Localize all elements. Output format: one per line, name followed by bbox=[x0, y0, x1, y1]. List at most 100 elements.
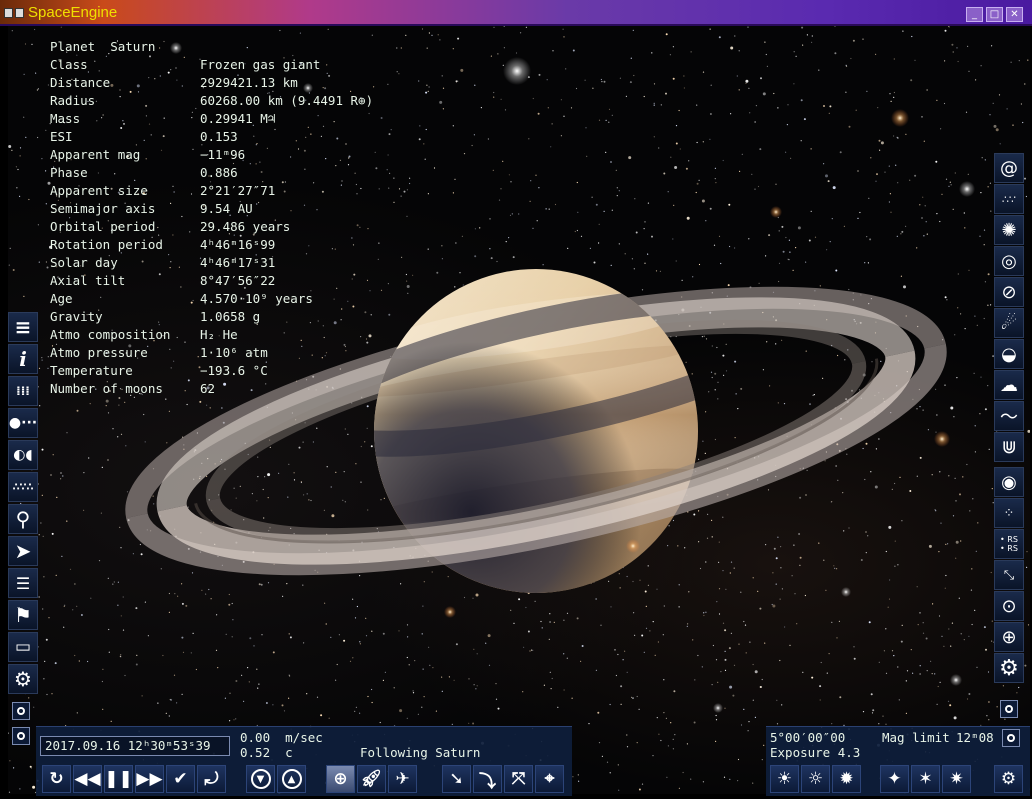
list-icon[interactable]: ☰ bbox=[8, 568, 38, 598]
arrows-in-icon[interactable]: ⤡ bbox=[994, 560, 1024, 590]
display-icon[interactable]: ▭ bbox=[8, 632, 38, 662]
gear-icon[interactable]: ⚙ bbox=[994, 653, 1024, 683]
aircraft-mode-icon[interactable]: ✈ bbox=[388, 765, 417, 793]
info-value: 2929421.13 km bbox=[200, 75, 298, 90]
info-value: 60268.00 km (9.4491 R⊕) bbox=[200, 93, 374, 108]
settings-small-button[interactable] bbox=[1002, 729, 1020, 747]
info-value: 4.570·10⁹ years bbox=[200, 291, 313, 306]
bright-star[interactable] bbox=[934, 431, 950, 447]
label-rs-icon[interactable]: • RS • RS bbox=[994, 529, 1024, 559]
two-bodies-icon[interactable]: ◐◖ bbox=[8, 440, 38, 470]
info-row: Atmo pressure 1·10⁶ atm bbox=[50, 344, 373, 362]
spaceship-mode-icon[interactable]: 🚀︎ bbox=[357, 765, 386, 793]
free-mode-icon[interactable]: ⊕ bbox=[326, 765, 355, 793]
comet-icon[interactable]: ☄ bbox=[994, 308, 1024, 338]
clock-icon[interactable]: ⁞⁞⁞ bbox=[8, 376, 38, 406]
pause-icon[interactable]: ❚❚ bbox=[104, 765, 133, 793]
exposure-down-icon[interactable]: ☀ bbox=[770, 765, 799, 793]
maximize-button[interactable]: □ bbox=[986, 7, 1003, 22]
planet-ring-icon[interactable]: ⊘ bbox=[994, 277, 1024, 307]
circle-target-icon[interactable]: ⊙ bbox=[994, 591, 1024, 621]
star-cluster-icon[interactable]: ∴∵ bbox=[994, 184, 1024, 214]
flag-icon[interactable]: ⚑ bbox=[8, 600, 38, 630]
bright-star[interactable] bbox=[770, 206, 782, 218]
mag-down-icon[interactable]: ✦ bbox=[880, 765, 909, 793]
right-small-button[interactable] bbox=[1000, 700, 1018, 718]
info-key: Axial tilt bbox=[50, 273, 126, 288]
menu-icon[interactable]: ≡ bbox=[8, 312, 38, 342]
info-row: Radius 60268.00 km (9.4491 R⊕) bbox=[50, 92, 373, 110]
window-title: SpaceEngine bbox=[28, 4, 118, 21]
object-name: Saturn bbox=[110, 39, 156, 54]
date-time-field[interactable]: 2017.09.16 12ʰ30ᵐ53ˢ39 bbox=[40, 736, 230, 756]
spaceship-icon[interactable]: ➤ bbox=[8, 536, 38, 566]
bright-star[interactable] bbox=[626, 539, 640, 553]
left-small-button[interactable] bbox=[12, 702, 30, 720]
right-toolbar: @ ∴∵ ✺ ◎ ⊘ ☄ ◒ ☁ 〜 ⋓ ◉ ⁘ • RS • RS ⤡ ⊙ ⊕ … bbox=[994, 153, 1024, 684]
info-row: Solar day 4ʰ46ᵐ17ˢ31 bbox=[50, 254, 373, 272]
sparkle-icon[interactable]: ⁘ bbox=[994, 498, 1024, 528]
eye-orbit-icon[interactable]: ◉ bbox=[994, 467, 1024, 497]
info-key: Orbital period bbox=[50, 219, 156, 234]
reset-time-icon[interactable]: ↻ bbox=[42, 765, 71, 793]
info-value: 0.886 bbox=[200, 165, 238, 180]
search-icon[interactable]: ⚲ bbox=[8, 504, 38, 534]
bright-star[interactable] bbox=[950, 674, 962, 686]
object-type: Planet bbox=[50, 39, 96, 54]
mag-limit-label: Mag limit bbox=[882, 730, 950, 745]
gear-icon[interactable]: ⚙ bbox=[8, 664, 38, 694]
land-icon[interactable]: ⤵ bbox=[473, 765, 502, 793]
info-icon[interactable]: i bbox=[8, 344, 38, 374]
galaxy-icon[interactable]: @ bbox=[994, 153, 1024, 183]
rewind-icon[interactable]: ◀◀ bbox=[73, 765, 102, 793]
speed-up-icon[interactable]: ▲ bbox=[277, 765, 306, 793]
info-value: 0.29941 M♃ bbox=[200, 111, 276, 126]
title-bar[interactable]: SpaceEngine _ □ ✕ bbox=[0, 0, 1032, 26]
nebula-icon[interactable]: ◎ bbox=[994, 246, 1024, 276]
bright-star[interactable] bbox=[891, 109, 909, 127]
bright-star[interactable] bbox=[444, 606, 456, 618]
gear-icon[interactable]: ⚙ bbox=[994, 765, 1023, 793]
time-reverse-icon[interactable]: ⤾ bbox=[197, 765, 226, 793]
bright-star[interactable] bbox=[841, 587, 851, 597]
app-icon[interactable] bbox=[4, 8, 26, 18]
fast-forward-icon[interactable]: ▶▶ bbox=[135, 765, 164, 793]
info-key: Apparent mag bbox=[50, 147, 141, 162]
exposure-readout: Exposure 4.3 bbox=[770, 745, 861, 760]
speed-down-icon[interactable]: ▼ bbox=[246, 765, 275, 793]
exposure-up-icon[interactable]: ✹ bbox=[832, 765, 861, 793]
exposure-reset-icon[interactable]: ☼ bbox=[801, 765, 830, 793]
close-button[interactable]: ✕ bbox=[1006, 7, 1023, 22]
zoom-out-icon[interactable]: ⤧ bbox=[504, 765, 533, 793]
bright-star[interactable] bbox=[503, 57, 531, 85]
cloud-layer-icon[interactable]: ◒ bbox=[994, 339, 1024, 369]
object-info-panel: Planet Saturn Class Frozen gas giant Dista… bbox=[50, 38, 373, 398]
info-row: Orbital period 29.486 years bbox=[50, 218, 373, 236]
info-value: H₂ He bbox=[200, 327, 238, 342]
bright-star[interactable] bbox=[959, 181, 975, 197]
info-row: Atmo composition H₂ He bbox=[50, 326, 373, 344]
mag-reset-icon[interactable]: ✶ bbox=[911, 765, 940, 793]
aurora-icon[interactable]: ⋓ bbox=[994, 432, 1024, 462]
cumulus-icon[interactable]: ☁ bbox=[994, 370, 1024, 400]
mag-up-icon[interactable]: ✷ bbox=[942, 765, 971, 793]
info-row: Age 4.570·10⁹ years bbox=[50, 290, 373, 308]
checkmark-icon[interactable]: ✔ bbox=[166, 765, 195, 793]
wave-icon[interactable]: 〜 bbox=[994, 401, 1024, 431]
goto-icon[interactable]: ➘ bbox=[442, 765, 471, 793]
planet-orbits-icon[interactable]: ●∙∙∙ bbox=[8, 408, 38, 438]
center-target-icon[interactable]: ⌖ bbox=[535, 765, 564, 793]
bright-star[interactable] bbox=[713, 703, 723, 713]
info-key: Phase bbox=[50, 165, 88, 180]
stars-icon[interactable]: ∴∵∴ bbox=[8, 472, 38, 502]
minimize-button[interactable]: _ bbox=[966, 7, 983, 22]
info-row: Number of moons 62 bbox=[50, 380, 373, 398]
space-viewport[interactable]: Planet Saturn Class Frozen gas giant Dista… bbox=[8, 26, 1030, 794]
left-small-button[interactable] bbox=[12, 727, 30, 745]
velocity-readout: 0.00 m/sec bbox=[240, 730, 323, 745]
grid-globe-icon[interactable]: ⊕ bbox=[994, 622, 1024, 652]
info-row: Rotation period 4ʰ46ᵐ16ˢ99 bbox=[50, 236, 373, 254]
info-row: Axial tilt 8°47′56″22 bbox=[50, 272, 373, 290]
info-value: 8°47′56″22 bbox=[200, 273, 276, 288]
globular-cluster-icon[interactable]: ✺ bbox=[994, 215, 1024, 245]
